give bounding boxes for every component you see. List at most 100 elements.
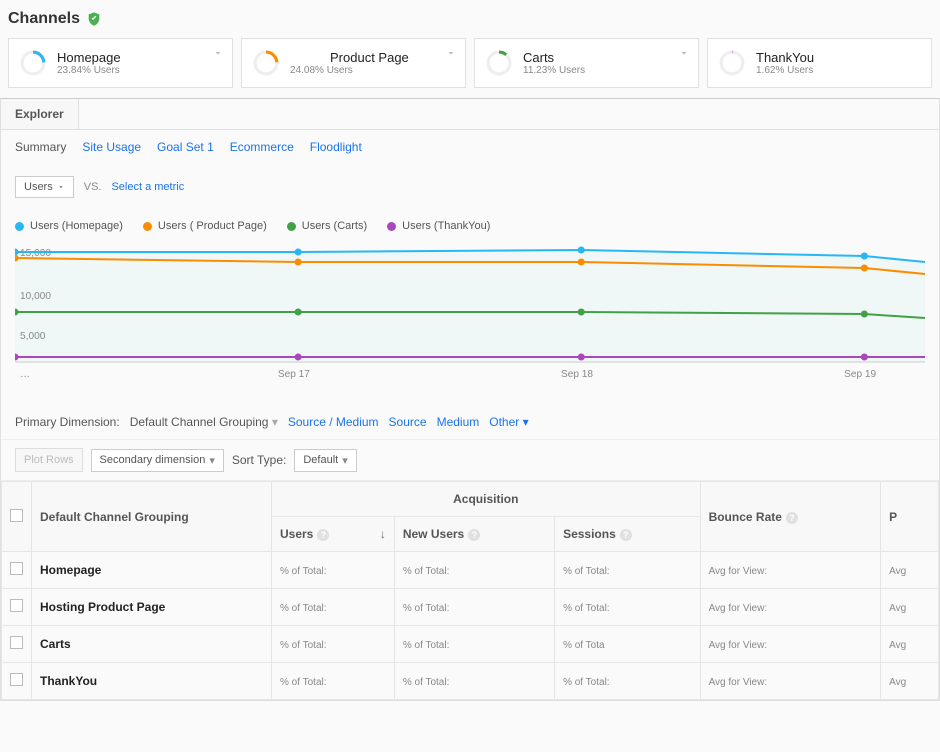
card-title: Homepage (57, 50, 121, 65)
sort-type-label: Sort Type: (232, 453, 286, 467)
line-chart: 15,000 10,000 5,000 … Sep 17 Sep 18 Sep … (15, 242, 925, 392)
chevron-down-icon[interactable] (212, 47, 224, 59)
legend-label: Users (Carts) (302, 220, 367, 232)
subtab-floodlight[interactable]: Floodlight (310, 140, 362, 154)
card-subtitle: 24.08% Users (290, 65, 409, 76)
tab-row: Explorer (1, 99, 939, 130)
metric-dropdown-label: Users (24, 181, 53, 193)
chevron-down-icon[interactable] (445, 47, 457, 59)
primary-dimension-current[interactable]: Default Channel Grouping ▾ (130, 415, 278, 429)
help-icon[interactable]: ? (786, 512, 798, 524)
card-homepage[interactable]: Homepage 23.84% Users (8, 38, 233, 88)
cell-meta: Avg for View: (709, 640, 768, 651)
card-product-page[interactable]: Product Page 24.08% Users (241, 38, 466, 88)
subtab-row: Summary Site Usage Goal Set 1 Ecommerce … (1, 130, 939, 164)
svg-text:5,000: 5,000 (20, 331, 46, 342)
chevron-down-icon[interactable] (678, 47, 690, 59)
col-bounce-rate[interactable]: Bounce Rate? (700, 482, 881, 552)
cell-meta: % of Total: (403, 566, 450, 577)
cell-meta: Avg (889, 640, 906, 651)
cell-meta: % of Total: (280, 677, 327, 688)
table-row[interactable]: ThankYou% of Total:% of Total:% of Total… (2, 663, 939, 700)
cell-meta: Avg (889, 677, 906, 688)
vs-label: VS. (84, 181, 102, 193)
help-icon[interactable]: ? (620, 529, 632, 541)
metric-dropdown[interactable]: Users (15, 176, 74, 198)
tab-explorer[interactable]: Explorer (1, 99, 79, 129)
row-name: Hosting Product Page (32, 589, 272, 626)
select-all-checkbox[interactable] (10, 509, 23, 522)
card-title: Product Page (290, 50, 409, 65)
row-name: Carts (32, 626, 272, 663)
sort-type-dropdown[interactable]: Default ▾ (294, 449, 356, 472)
dim-link-medium[interactable]: Medium (437, 415, 480, 429)
cell-meta: % of Total: (403, 677, 450, 688)
legend-dot-icon (143, 222, 152, 231)
card-subtitle: 1.62% Users (756, 65, 814, 76)
chart-area: Users (Homepage) Users ( Product Page) U… (1, 210, 939, 405)
legend-label: Users ( Product Page) (158, 220, 267, 232)
sort-desc-icon[interactable]: ↓ (380, 527, 386, 541)
data-table: Default Channel Grouping Acquisition Bou… (1, 481, 939, 700)
report-panel: Explorer Summary Site Usage Goal Set 1 E… (0, 98, 940, 701)
legend-item: Users ( Product Page) (143, 220, 267, 232)
donut-icon (485, 49, 513, 77)
col-p[interactable]: P (881, 482, 939, 552)
table-row[interactable]: Hosting Product Page% of Total:% of Tota… (2, 589, 939, 626)
chart-legend: Users (Homepage) Users ( Product Page) U… (15, 210, 925, 242)
legend-dot-icon (15, 222, 24, 231)
table-controls: Plot Rows Secondary dimension ▾ Sort Typ… (1, 439, 939, 481)
row-checkbox[interactable] (10, 599, 23, 612)
cell-meta: % of Total: (563, 677, 610, 688)
dim-link-other[interactable]: Other ▾ (489, 415, 528, 429)
card-title: ThankYou (756, 50, 814, 65)
cell-meta: Avg for View: (709, 603, 768, 614)
caret-down-icon (57, 183, 65, 191)
card-subtitle: 23.84% Users (57, 65, 121, 76)
page-header: Channels (0, 0, 940, 38)
col-sessions[interactable]: Sessions? (555, 517, 701, 552)
help-icon[interactable]: ? (317, 529, 329, 541)
donut-icon (718, 49, 746, 77)
card-thankyou[interactable]: ThankYou 1.62% Users (707, 38, 932, 88)
col-row-header[interactable]: Default Channel Grouping (32, 482, 272, 552)
primary-dimension-row: Primary Dimension: Default Channel Group… (1, 405, 939, 439)
col-new-users[interactable]: New Users? (394, 517, 554, 552)
svg-text:Sep 17: Sep 17 (278, 369, 310, 380)
cell-meta: % of Total: (563, 566, 610, 577)
svg-text:10,000: 10,000 (20, 291, 51, 302)
row-checkbox[interactable] (10, 673, 23, 686)
legend-dot-icon (387, 222, 396, 231)
cell-meta: % of Total: (280, 640, 327, 651)
cell-meta: % of Total: (403, 603, 450, 614)
row-checkbox[interactable] (10, 562, 23, 575)
subtab-goal-set-1[interactable]: Goal Set 1 (157, 140, 214, 154)
cell-meta: % of Tota (563, 640, 605, 651)
legend-item: Users (Homepage) (15, 220, 123, 232)
table-row[interactable]: Carts % of Total: % of Total: % of Tota Avg … (2, 626, 939, 663)
dim-link-source[interactable]: Source (389, 415, 427, 429)
legend-label: Users (Homepage) (30, 220, 123, 232)
page-title: Channels (8, 10, 80, 28)
svg-text:…: … (20, 369, 30, 380)
table-row[interactable]: Homepage% of Total:% of Total:% of Total… (2, 552, 939, 589)
secondary-dimension-dropdown[interactable]: Secondary dimension ▾ (91, 449, 224, 472)
card-carts[interactable]: Carts 11.23% Users (474, 38, 699, 88)
legend-label: Users (ThankYou) (402, 220, 490, 232)
subtab-summary[interactable]: Summary (15, 140, 66, 154)
cell-meta: % of Total: (280, 566, 327, 577)
metric-selector-row: Users VS. Select a metric (1, 164, 939, 210)
row-checkbox[interactable] (10, 636, 23, 649)
help-icon[interactable]: ? (468, 529, 480, 541)
cell-meta: Avg (889, 566, 906, 577)
svg-text:Sep 19: Sep 19 (844, 369, 876, 380)
dim-link-source-medium[interactable]: Source / Medium (288, 415, 379, 429)
select-metric-link[interactable]: Select a metric (111, 181, 184, 193)
col-users[interactable]: Users?↓ (272, 517, 395, 552)
shield-check-icon (86, 11, 102, 27)
legend-item: Users (ThankYou) (387, 220, 490, 232)
cell-meta: % of Total: (403, 640, 450, 651)
cell-meta: Avg for View: (709, 566, 768, 577)
subtab-ecommerce[interactable]: Ecommerce (230, 140, 294, 154)
subtab-site-usage[interactable]: Site Usage (82, 140, 141, 154)
